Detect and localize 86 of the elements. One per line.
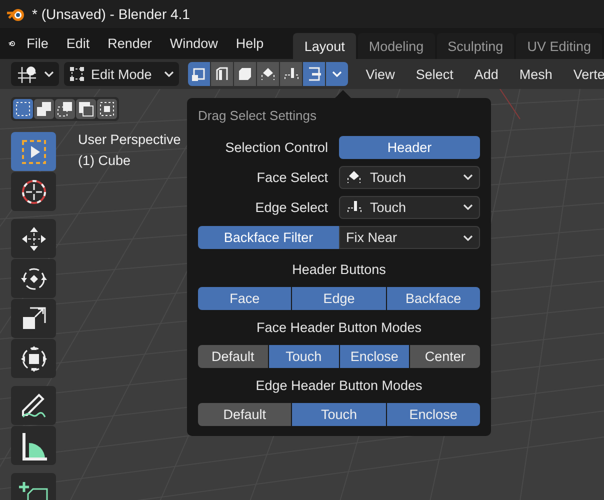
selection-mode-button[interactable] — [55, 99, 75, 119]
select-new-icon — [15, 101, 31, 117]
chevron-icon — [463, 204, 473, 210]
menu-item[interactable]: Help — [226, 28, 273, 59]
setting-dropdown[interactable]: Touch — [339, 166, 480, 188]
options-dropdown-button[interactable] — [326, 62, 348, 86]
tool-button[interactable] — [11, 386, 56, 425]
select-subtract-icon — [57, 101, 73, 117]
tool-button[interactable] — [11, 339, 56, 378]
select-mode-button[interactable] — [188, 62, 210, 86]
chevron-icon — [463, 234, 473, 240]
select-mode-button[interactable] — [256, 62, 279, 86]
option-button[interactable]: Touch — [292, 403, 386, 426]
option-button[interactable]: Enclose — [340, 345, 410, 368]
option-button[interactable]: Backface — [386, 287, 480, 310]
header-menu-item[interactable]: Verte — [565, 66, 604, 82]
face-select-icon — [236, 66, 253, 82]
header-menu-item[interactable]: Mesh — [511, 66, 560, 82]
workspace-tab[interactable]: Sculpting — [436, 33, 514, 59]
workspace-tab[interactable]: Modeling — [358, 33, 435, 59]
setting-label: Selection Control — [224, 140, 328, 154]
selection-mode-button[interactable] — [76, 99, 96, 119]
transform-icon — [20, 344, 48, 372]
edge-touch-icon — [346, 199, 362, 215]
tool-button[interactable] — [11, 299, 56, 338]
select-mode-button[interactable] — [280, 62, 302, 86]
menu-item[interactable]: File — [18, 28, 58, 59]
chevron-icon — [332, 71, 342, 77]
option-button[interactable]: Enclose — [386, 403, 480, 426]
section-heading: Edge Header Button Modes — [254, 378, 424, 393]
editor-type-button[interactable] — [11, 62, 59, 86]
select-mode-button[interactable] — [234, 62, 256, 86]
vertex-select-icon — [190, 66, 207, 82]
menu-item[interactable]: Window — [160, 28, 227, 59]
cursor-icon — [20, 178, 48, 206]
move-icon — [20, 224, 48, 252]
viewport-icon — [16, 65, 38, 83]
object-name: (1) Cube — [78, 153, 132, 168]
select-invert-icon — [78, 101, 94, 117]
select-box-icon — [20, 138, 46, 164]
option-button[interactable]: Touch — [268, 345, 338, 368]
setting-dropdown[interactable]: Touch — [339, 196, 480, 218]
chevron-icon — [44, 71, 54, 77]
add-cube-icon — [18, 482, 48, 500]
selection-mode-button[interactable] — [97, 99, 117, 119]
selection-mode-button[interactable] — [34, 99, 54, 119]
blender-logo-icon — [6, 6, 26, 22]
option-button[interactable]: Center — [410, 345, 480, 368]
setting-label: Face Select — [256, 170, 328, 184]
chevron-icon — [463, 174, 473, 180]
toggle-button[interactable]: Header — [339, 136, 480, 158]
option-button[interactable]: Default — [198, 403, 292, 426]
tool-button[interactable] — [11, 219, 56, 258]
option-button[interactable]: Edge — [292, 287, 386, 310]
option-button[interactable]: Face — [198, 287, 292, 310]
select-extend-icon — [36, 101, 52, 117]
header-menu-item[interactable]: View — [358, 66, 403, 82]
select-intersect-icon — [99, 101, 115, 117]
tool-button[interactable] — [11, 259, 56, 298]
edge-touch-icon — [282, 66, 299, 82]
select-mode-button[interactable] — [302, 62, 325, 86]
chevron-icon — [164, 71, 174, 77]
workspace-tab[interactable]: UV Editing — [516, 33, 602, 59]
face-touch-icon — [260, 66, 276, 82]
menu-item[interactable]: Edit — [57, 28, 99, 59]
select-mode-button[interactable] — [210, 62, 233, 86]
header-menu-item[interactable]: Add — [466, 66, 506, 82]
face-touch-icon — [346, 169, 362, 185]
option-button[interactable]: Default — [198, 345, 268, 368]
setting-dropdown[interactable]: Fix Near — [339, 226, 480, 249]
popup-title: Drag Select Settings — [198, 108, 318, 123]
view-title: User Perspective — [78, 132, 181, 147]
toggle-button[interactable]: Backface Filter — [198, 226, 339, 249]
selection-mode-button[interactable] — [13, 99, 33, 119]
window-title: * (Unsaved) - Blender 4.1 — [32, 6, 190, 22]
menu-item[interactable]: Render — [98, 28, 161, 59]
mode-dropdown[interactable]: Edit Mode — [64, 62, 179, 86]
tool-button[interactable] — [11, 172, 56, 211]
section-heading: Header Buttons — [291, 262, 387, 277]
edge-select-icon — [214, 66, 230, 82]
edit-mode-icon — [69, 66, 85, 82]
section-heading: Face Header Button Modes — [255, 320, 423, 335]
header-menu-item[interactable]: Select — [408, 66, 462, 82]
setting-label: Edge Select — [254, 200, 328, 214]
workspace-tab[interactable]: Layout — [293, 33, 356, 59]
tool-button[interactable] — [11, 426, 56, 465]
